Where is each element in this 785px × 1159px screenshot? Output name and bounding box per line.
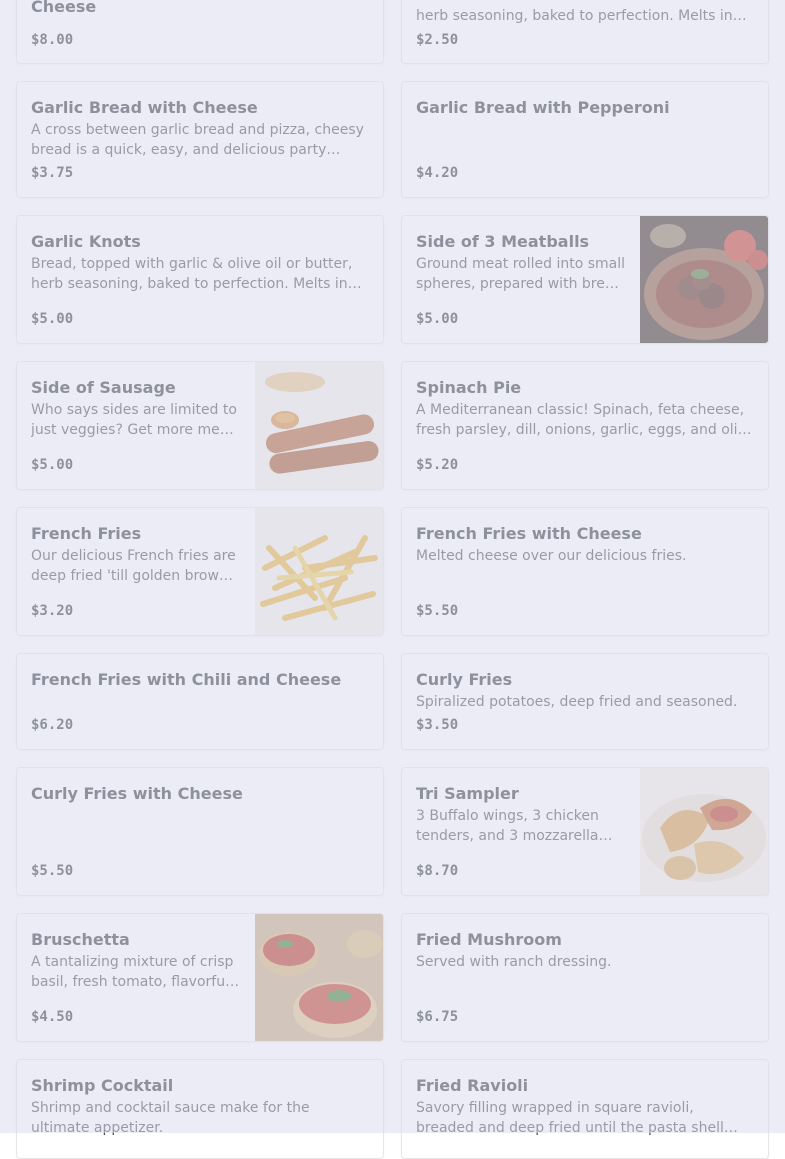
menu-item-description: A cross between garlic bread and pizza, … xyxy=(31,122,364,158)
menu-item-card[interactable]: Garlic Bread with Pepperoni $4.20 xyxy=(401,81,769,198)
meatballs-image xyxy=(640,216,768,343)
menu-item-title: Garlic Bread with Cheese xyxy=(31,98,258,117)
menu-item-card[interactable]: Shrimp Cocktail Shrimp and cocktail sauc… xyxy=(16,1059,384,1159)
menu-item-card[interactable]: Spinach Pie A Mediterranean classic! Spi… xyxy=(401,361,769,490)
menu-item-price: $5.00 xyxy=(416,311,459,327)
menu-item-card[interactable]: Cheese $8.00 xyxy=(16,0,384,64)
menu-item-title: Curly Fries with Cheese xyxy=(31,784,243,803)
sampler-image xyxy=(640,768,768,895)
menu-item-title: Fried Ravioli xyxy=(416,1076,529,1095)
menu-item-price: $8.70 xyxy=(416,863,459,879)
menu-item-price: $3.20 xyxy=(31,603,74,619)
menu-item-description: 3 Buffalo wings, 3 chicken tenders, and … xyxy=(416,808,613,844)
menu-item-price: $6.75 xyxy=(416,1009,459,1025)
menu-item-card[interactable]: Curly Fries Spiralized potatoes, deep fr… xyxy=(401,653,769,750)
menu-item-description: Spiralized potatoes, deep fried and seas… xyxy=(416,694,738,710)
menu-item-card[interactable]: herb seasoning, baked to perfection. Mel… xyxy=(401,0,769,64)
menu-item-title: French Fries with Chili and Cheese xyxy=(31,670,342,689)
menu-item-description: Bread, topped with garlic & olive oil or… xyxy=(31,256,362,292)
menu-item-price: $6.20 xyxy=(31,717,74,733)
menu-item-title: Spinach Pie xyxy=(416,378,522,397)
menu-item-title: Garlic Knots xyxy=(31,232,141,251)
menu-item-price: $5.50 xyxy=(31,863,74,879)
menu-item-card[interactable]: Garlic Knots Bread, topped with garlic &… xyxy=(16,215,384,344)
menu-item-title: French Fries xyxy=(31,524,142,543)
menu-item-card[interactable]: Garlic Bread with Cheese A cross between… xyxy=(16,81,384,198)
menu-item-price: $5.00 xyxy=(31,311,74,327)
menu-item-title: Cheese xyxy=(31,0,97,16)
fries-image xyxy=(255,508,383,635)
menu-item-description: Ground meat rolled into small spheres, p… xyxy=(416,256,626,292)
menu-item-title: Curly Fries xyxy=(416,670,513,689)
menu-item-card[interactable]: Side of 3 Meatballs Ground meat rolled i… xyxy=(401,215,769,344)
menu-item-title: Bruschetta xyxy=(31,930,130,949)
menu-item-price: $5.50 xyxy=(416,603,459,619)
menu-item-price: $5.20 xyxy=(416,457,459,473)
menu-item-title: Garlic Bread with Pepperoni xyxy=(416,98,670,117)
menu-item-price: $5.00 xyxy=(31,457,74,473)
menu-item-description: A Mediterranean classic! Spinach, feta c… xyxy=(416,402,752,438)
menu-item-description: A tantalizing mixture of crisp basil, fr… xyxy=(31,954,240,990)
menu-item-card[interactable]: Tri Sampler 3 Buffalo wings, 3 chicken t… xyxy=(401,767,769,896)
menu-item-card[interactable]: Curly Fries with Cheese $5.50 xyxy=(16,767,384,896)
menu-item-card[interactable]: Bruschetta A tantalizing mixture of cris… xyxy=(16,913,384,1042)
menu-item-price: $8.00 xyxy=(31,32,74,48)
menu-item-description: Savory filling wrapped in square ravioli… xyxy=(416,1100,738,1136)
menu-item-title: Fried Mushroom xyxy=(416,930,562,949)
menu-item-card[interactable]: Side of Sausage Who says sides are limit… xyxy=(16,361,384,490)
menu-item-description: Our delicious French fries are deep frie… xyxy=(31,548,236,584)
menu-item-title: Shrimp Cocktail xyxy=(31,1076,174,1095)
menu-item-card[interactable]: French Fries with Chili and Cheese $6.20 xyxy=(16,653,384,750)
menu-item-card[interactable]: Fried Ravioli Savory filling wrapped in … xyxy=(401,1059,769,1159)
menu-item-title: Tri Sampler xyxy=(416,784,519,803)
menu-item-card[interactable]: Fried Mushroom Served with ranch dressin… xyxy=(401,913,769,1042)
menu-item-title: Side of Sausage xyxy=(31,378,176,397)
menu-item-price: $3.50 xyxy=(416,717,459,733)
menu-item-price: $2.50 xyxy=(416,32,459,48)
menu-item-description: herb seasoning, baked to perfection. Mel… xyxy=(416,8,747,24)
sausage-image xyxy=(255,362,383,489)
menu-item-card[interactable]: French Fries Our delicious French fries … xyxy=(16,507,384,636)
menu-item-description: Served with ranch dressing. xyxy=(416,954,612,970)
bruschetta-image xyxy=(255,914,383,1041)
menu-item-description: Melted cheese over our delicious fries. xyxy=(416,548,687,564)
menu-item-price: $4.50 xyxy=(31,1009,74,1025)
menu-item-title: French Fries with Cheese xyxy=(416,524,642,543)
menu-item-card[interactable]: French Fries with Cheese Melted cheese o… xyxy=(401,507,769,636)
menu-item-description: Shrimp and cocktail sauce make for the u… xyxy=(31,1100,310,1136)
menu-item-title: Side of 3 Meatballs xyxy=(416,232,590,251)
menu-item-price: $4.20 xyxy=(416,165,459,181)
menu-item-price: $3.75 xyxy=(31,165,74,181)
menu-item-description: Who says sides are limited to just veggi… xyxy=(31,402,237,438)
